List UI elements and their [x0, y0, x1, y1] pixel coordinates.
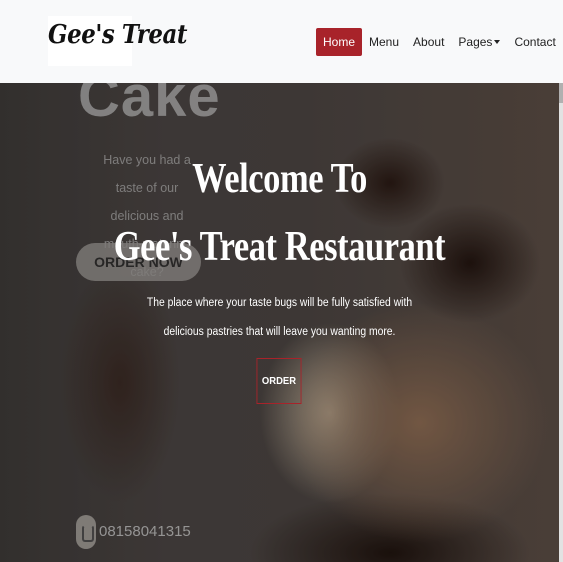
hero-description: The place where your taste bugs will be … [146, 297, 413, 338]
nav-item-menu[interactable]: Menu [362, 28, 406, 56]
nav-item-about[interactable]: About [406, 28, 451, 56]
order-button[interactable]: ORDER [256, 358, 302, 404]
nav-item-home[interactable]: Home [316, 28, 363, 56]
nav-item-pages-label: Pages [458, 35, 493, 49]
nav-item-pages[interactable]: Pages [451, 28, 507, 56]
hero-title-line1: Welcome To [192, 156, 367, 202]
brand-logo[interactable]: Gee's Treat [48, 16, 188, 66]
brand-logo-text: Gee's Treat [48, 20, 188, 50]
nav-menu: Home Menu About Pages Contact [316, 28, 563, 56]
chevron-down-icon [494, 40, 501, 44]
hero-carousel: Cake Have you had a taste of our delicio… [0, 83, 559, 562]
nav-item-contact[interactable]: Contact [507, 28, 562, 56]
scrollbar-thumb[interactable] [559, 83, 563, 103]
hero-title-line2: Gee's Treat Restaurant [113, 224, 446, 270]
scrollbar-track[interactable] [559, 83, 563, 562]
navbar: Gee's Treat Home Menu About Pages Contac… [0, 0, 563, 83]
